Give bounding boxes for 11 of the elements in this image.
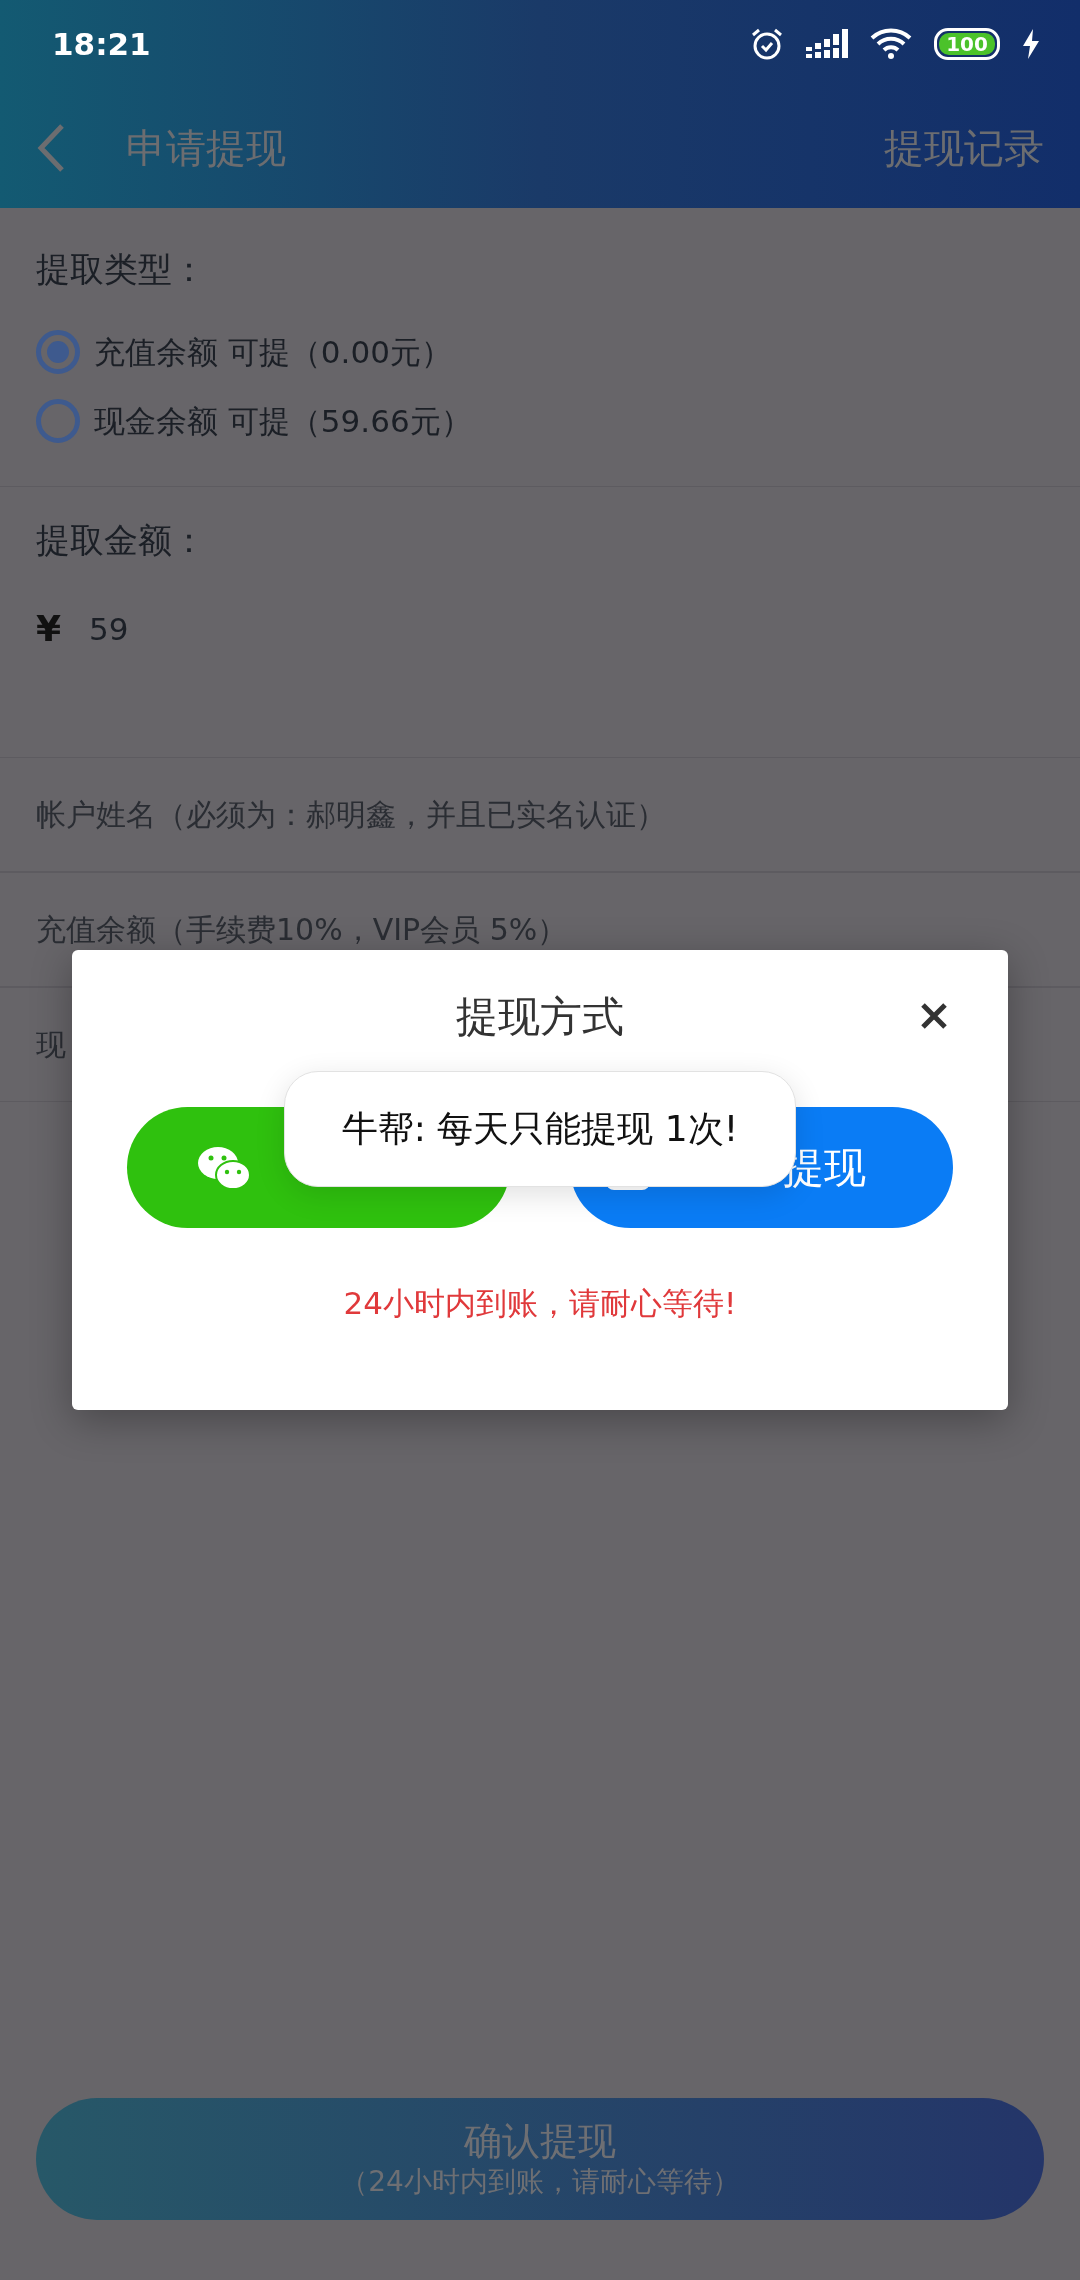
battery-icon: 100 — [934, 28, 1000, 60]
dialog-title: 提现方式 — [456, 990, 624, 1043]
radio-label: 现金余额 可提（59.66元） — [94, 401, 472, 441]
radio-label: 充值余额 可提（0.00元） — [94, 333, 452, 372]
status-time: 18:21 — [52, 24, 151, 64]
page-title: 申请提现 — [126, 124, 286, 173]
currency-symbol: ¥ — [36, 607, 62, 651]
amount-value: 59 — [89, 609, 129, 649]
section-label: 提取金额： — [36, 519, 207, 562]
section-label: 提取类型： — [36, 248, 207, 291]
arrival-note: 24小时内到账，请耐心等待! — [342, 1284, 738, 1323]
